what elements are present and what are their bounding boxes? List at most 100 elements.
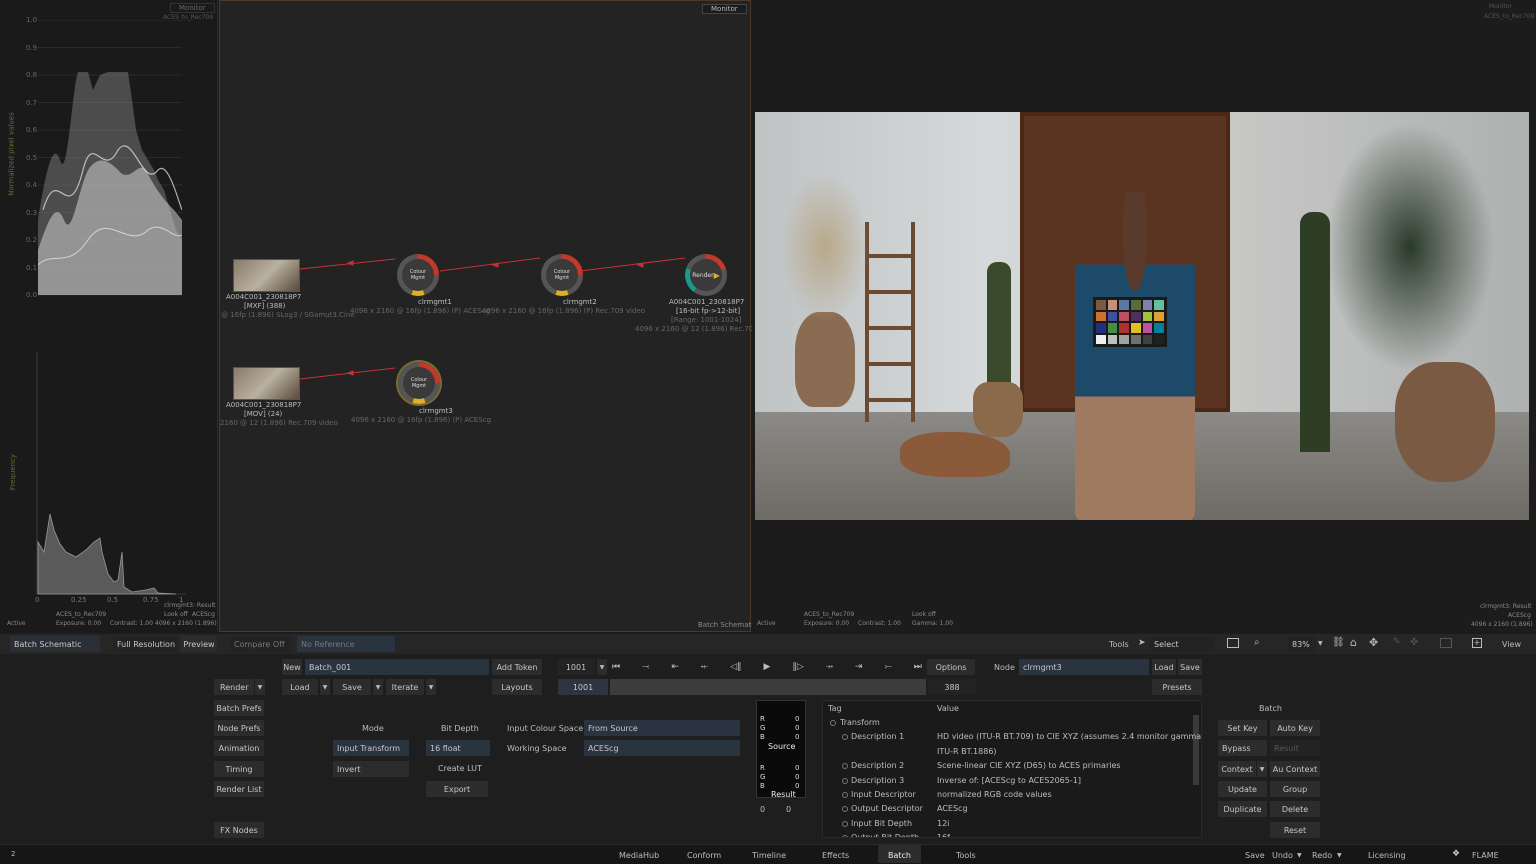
select-tool[interactable]: Select — [1150, 636, 1214, 652]
context-dropdown-icon[interactable]: ▼ — [1257, 761, 1267, 777]
input-cs-select[interactable]: From Source — [584, 720, 740, 736]
render-dropdown-icon[interactable]: ▼ — [255, 679, 265, 695]
mode-select[interactable]: Input Transform — [333, 740, 409, 756]
new-button[interactable]: New — [282, 659, 302, 675]
presets-button[interactable]: Presets — [1152, 679, 1202, 695]
overlay-icon[interactable] — [1440, 638, 1452, 648]
tree-collapse-icon[interactable] — [830, 720, 836, 726]
bitdepth-select[interactable]: 16 float — [426, 740, 490, 756]
tag-cell[interactable]: Input Bit Depth — [851, 819, 912, 828]
range-start-field[interactable]: 1001 — [558, 679, 608, 695]
colour-mgmt-node-2[interactable]: Colour Mgmt — [541, 254, 583, 296]
split-view-icon[interactable] — [1227, 638, 1239, 648]
move-icon[interactable]: ✥ — [1369, 636, 1378, 649]
next-frame-key-icon[interactable]: ⤞ — [826, 662, 833, 672]
transform-icon[interactable]: ✜ — [1410, 637, 1418, 648]
add-view-icon[interactable]: + — [1472, 638, 1482, 648]
range-slider[interactable] — [610, 679, 926, 695]
out-point-icon[interactable]: ⇥ — [855, 662, 863, 672]
frame-dropdown-icon[interactable]: ▼ — [597, 659, 607, 675]
batch-prefs-button[interactable]: Batch Prefs — [214, 700, 264, 716]
zoom-dropdown-icon[interactable]: ▼ — [1318, 640, 1323, 647]
result-field[interactable]: Result — [1270, 740, 1320, 756]
zoom-level[interactable]: 83% — [1288, 636, 1316, 652]
animation-button[interactable]: Animation — [214, 740, 264, 756]
render-list-button[interactable]: Render List — [214, 781, 264, 797]
colour-mgmt-node-3[interactable]: Colour Mgmt — [398, 362, 440, 404]
tag-cell[interactable]: Description 2 — [851, 761, 904, 770]
tag-table[interactable]: Tag Value Transform Description 1 HD video… — [822, 700, 1202, 838]
licensing-button[interactable]: Licensing — [1368, 851, 1406, 860]
tab-conform[interactable]: Conform — [677, 845, 731, 863]
tag-cell[interactable]: Transform — [840, 718, 880, 727]
fx-nodes-button[interactable]: FX Nodes — [214, 822, 264, 838]
preview-button[interactable]: Preview — [181, 636, 217, 652]
tag-cell[interactable]: Description 1 — [851, 732, 904, 741]
step-back-icon[interactable]: ◁‖ — [730, 662, 741, 672]
play-button-icon[interactable]: ▶ — [763, 662, 770, 672]
load-dropdown-icon[interactable]: ▼ — [320, 679, 330, 695]
prev-frame-key-icon[interactable]: ⤝ — [701, 662, 708, 672]
clip-node-1[interactable] — [233, 259, 300, 292]
full-resolution-button[interactable]: Full Resolution — [114, 636, 178, 652]
undo-button[interactable]: Undo — [1272, 851, 1293, 860]
bypass-button[interactable]: Bypass — [1218, 740, 1267, 756]
bottom-save-button[interactable]: Save — [1245, 851, 1265, 860]
cursor-icon[interactable]: ➤ — [1138, 638, 1146, 648]
set-key-button[interactable]: Set Key — [1218, 720, 1267, 736]
no-reference-select[interactable]: No Reference — [297, 636, 395, 652]
node-name-field[interactable]: clrmgmt3 — [1019, 659, 1149, 675]
redo-button[interactable]: Redo — [1312, 851, 1332, 860]
next-key-icon[interactable]: ⤚ — [885, 662, 892, 672]
timing-button[interactable]: Timing — [214, 761, 264, 777]
au-context-button[interactable]: Au Context — [1270, 761, 1320, 777]
colour-mgmt-node-1[interactable]: Colour Mgmt — [397, 254, 439, 296]
invert-toggle[interactable]: Invert — [333, 761, 409, 777]
workspace-indicator[interactable]: 2 — [11, 850, 15, 858]
save-button[interactable]: Save — [333, 679, 371, 695]
duplicate-button[interactable]: Duplicate — [1218, 801, 1267, 817]
undo-dropdown-icon[interactable]: ▼ — [1297, 852, 1302, 859]
node-load-button[interactable]: Load — [1152, 659, 1176, 675]
tab-effects[interactable]: Effects — [812, 845, 859, 863]
range-end-field[interactable]: 388 — [928, 679, 976, 695]
step-forward-icon[interactable]: ‖▷ — [792, 662, 803, 672]
iterate-button[interactable]: Iterate — [386, 679, 424, 695]
render-node[interactable]: Render ▶ — [685, 254, 727, 296]
working-space-select[interactable]: ACEScg — [584, 740, 740, 756]
tag-cell[interactable]: Output Bit Depth — [851, 833, 919, 837]
tag-cell[interactable]: Input Descriptor — [851, 790, 916, 799]
redo-dropdown-icon[interactable]: ▼ — [1337, 852, 1342, 859]
waveform-monitor-label[interactable]: Monitor — [170, 3, 215, 13]
tab-mediahub[interactable]: MediaHub — [609, 845, 669, 863]
export-button[interactable]: Export — [426, 781, 488, 797]
image-viewer[interactable]: Monitor ACES_to_Rec709 ACES_to_Rec709 Lo… — [752, 0, 1536, 632]
tab-timeline[interactable]: Timeline — [742, 845, 796, 863]
group-button[interactable]: Group — [1270, 781, 1320, 797]
in-point-icon[interactable]: ⇤ — [671, 662, 679, 672]
go-end-icon[interactable]: ⏭ — [914, 662, 922, 672]
tag-cell[interactable]: Output Descriptor — [851, 804, 923, 813]
render-button[interactable]: Render — [214, 679, 254, 695]
add-token-button[interactable]: Add Token — [492, 659, 542, 675]
tag-cell[interactable]: Description 3 — [851, 776, 904, 785]
frame-field[interactable]: 1001 — [557, 659, 595, 675]
link-icon[interactable]: ⛓ — [1332, 637, 1345, 648]
zoom-icon[interactable]: ⌕ — [1254, 637, 1260, 648]
table-scrollbar[interactable] — [1193, 715, 1199, 785]
iterate-dropdown-icon[interactable]: ▼ — [426, 679, 436, 695]
clip-node-2[interactable] — [233, 367, 300, 400]
node-save-button[interactable]: Save — [1178, 659, 1202, 675]
pen-icon[interactable]: ✎ — [1393, 637, 1401, 647]
compare-off-button[interactable]: Compare Off — [230, 636, 292, 652]
auto-key-button[interactable]: Auto Key — [1270, 720, 1320, 736]
node-prefs-button[interactable]: Node Prefs — [214, 720, 264, 736]
batch-name-field[interactable]: Batch_001 — [305, 659, 489, 675]
view-menu[interactable]: View — [1502, 640, 1521, 649]
batch-schematic[interactable]: Monitor Batch Schematic A004C001_230818P… — [219, 0, 758, 632]
tab-tools[interactable]: Tools — [946, 845, 986, 863]
load-button[interactable]: Load — [282, 679, 318, 695]
update-button[interactable]: Update — [1218, 781, 1267, 797]
save-dropdown-icon[interactable]: ▼ — [373, 679, 383, 695]
batch-schematic-select[interactable]: Batch Schematic — [10, 636, 100, 652]
